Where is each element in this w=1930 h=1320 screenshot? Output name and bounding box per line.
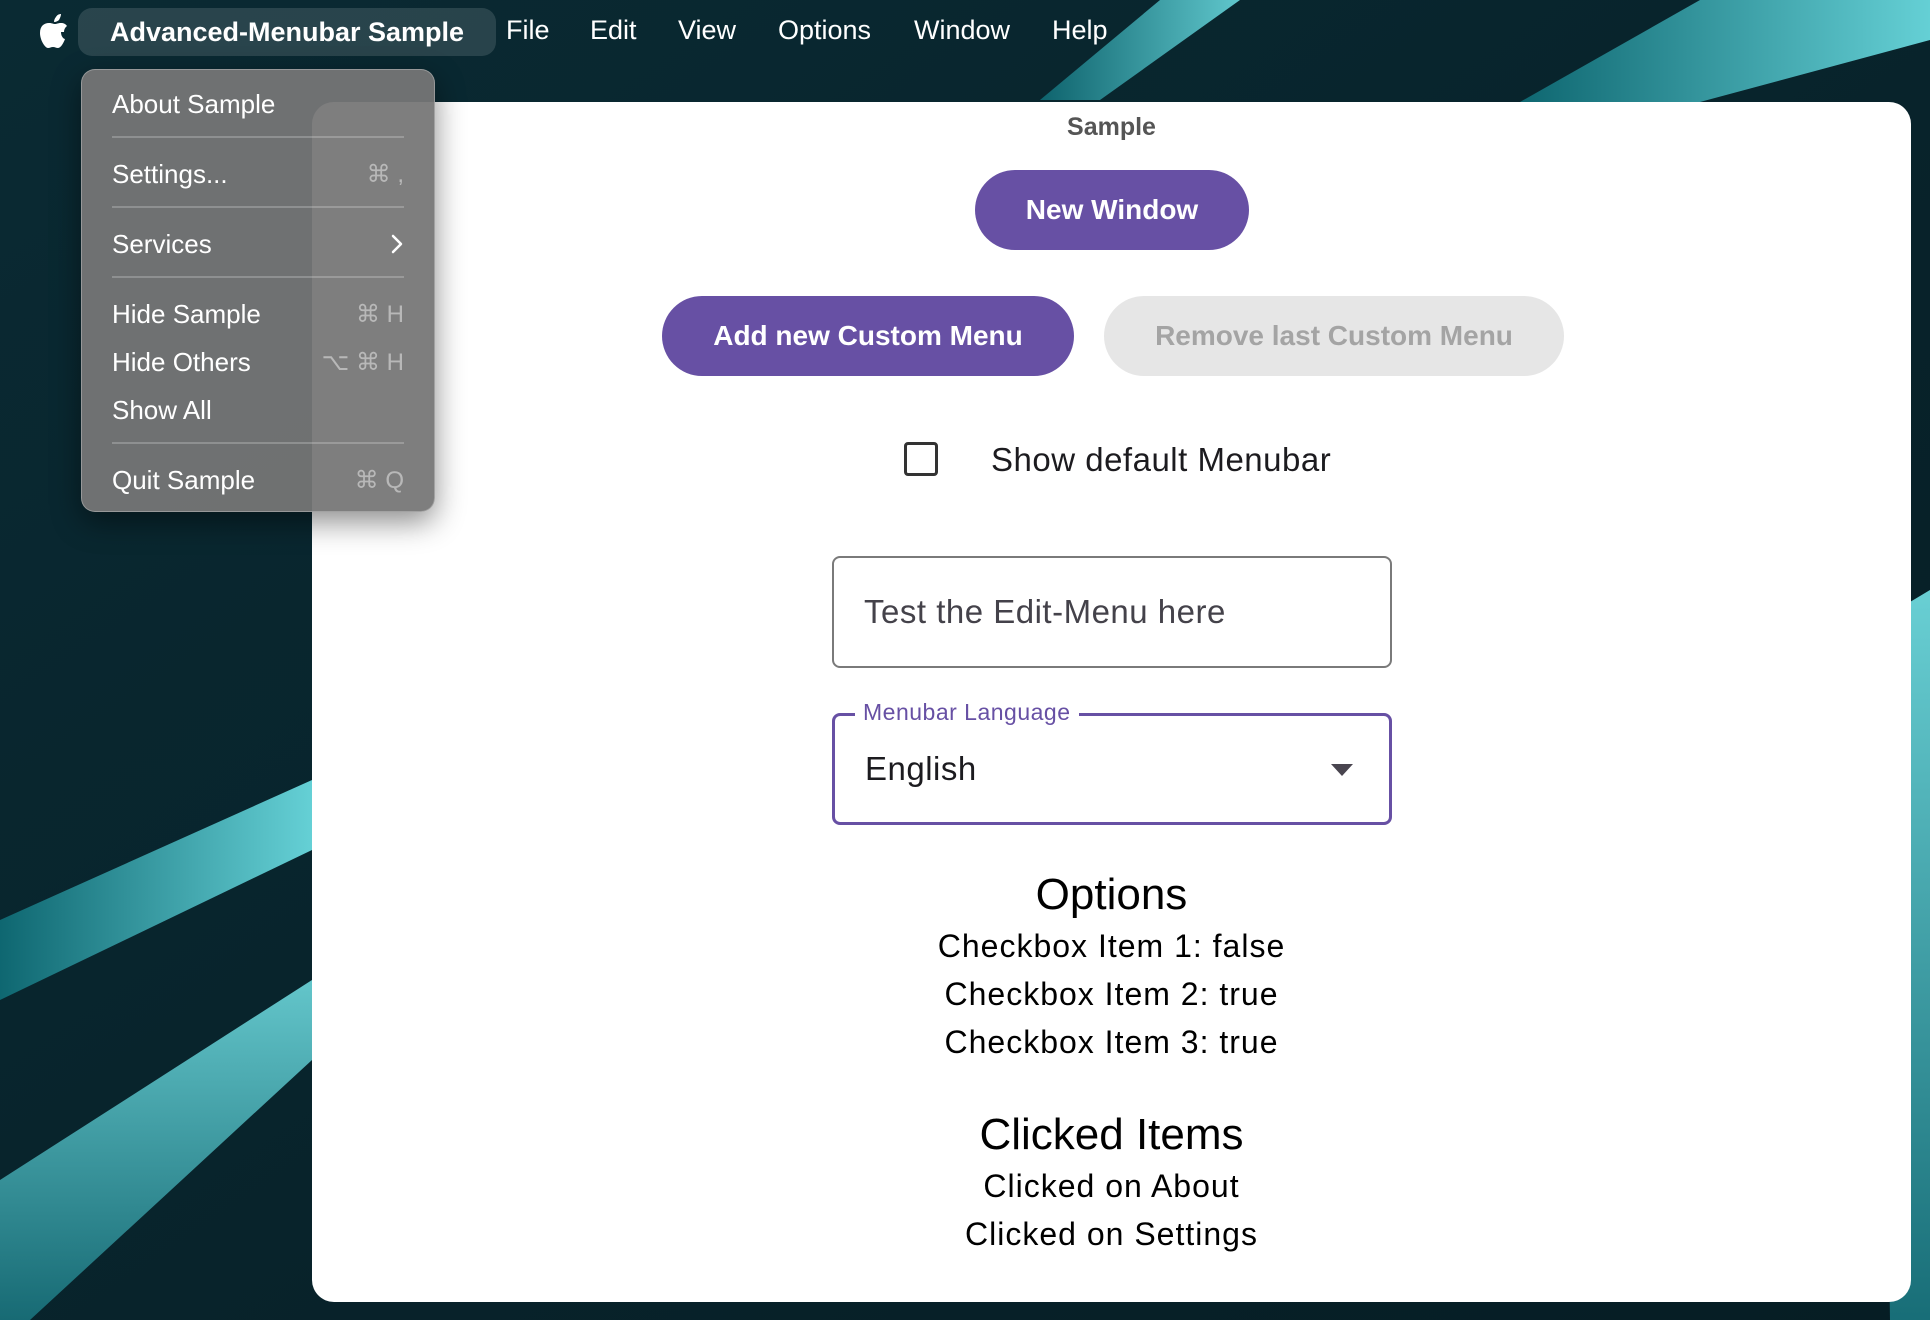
menu-item-hide-others[interactable]: Hide Others ⌥ ⌘ H xyxy=(112,342,404,382)
menu-item-shortcut: ⌘ Q xyxy=(354,466,404,494)
menu-item-label: Hide Sample xyxy=(112,298,261,329)
menubar-view[interactable]: View xyxy=(678,15,736,46)
menu-separator xyxy=(112,276,404,278)
menu-item-shortcut: ⌥ ⌘ H xyxy=(321,348,404,376)
menu-item-label: Settings... xyxy=(112,158,228,189)
menu-item-shortcut: ⌘ H xyxy=(356,300,404,328)
menubar-language-value: English xyxy=(865,750,977,787)
add-custom-menu-button[interactable]: Add new Custom Menu xyxy=(662,296,1074,376)
dropdown-arrow-icon xyxy=(1331,764,1353,776)
option-line: Checkbox Item 2: true xyxy=(944,976,1279,1012)
menu-separator xyxy=(112,136,404,138)
show-default-menubar-checkbox[interactable] xyxy=(904,442,938,476)
menu-item-label: Hide Others xyxy=(112,346,251,377)
menubar-file[interactable]: File xyxy=(506,15,550,46)
menu-item-about[interactable]: About Sample xyxy=(112,84,404,124)
option-line: Checkbox Item 3: true xyxy=(944,1024,1279,1060)
window-title: Sample xyxy=(1067,113,1156,141)
option-line: Checkbox Item 1: false xyxy=(937,928,1286,964)
menu-separator xyxy=(112,206,404,208)
menu-item-hide-sample[interactable]: Hide Sample ⌘ H xyxy=(112,294,404,334)
menu-item-label: Quit Sample xyxy=(112,464,256,495)
menu-item-shortcut: ⌘ , xyxy=(366,160,404,188)
menu-item-services[interactable]: Services xyxy=(112,224,404,264)
menu-item-show-all[interactable]: Show All xyxy=(112,390,404,430)
menubar-language-select[interactable]: Menubar Language English xyxy=(832,699,1392,825)
menubar-help[interactable]: Help xyxy=(1052,15,1108,46)
menubar: Advanced-Menubar Sample File Edit View O… xyxy=(0,0,1930,64)
chevron-right-icon xyxy=(391,234,403,254)
apple-icon[interactable] xyxy=(38,12,70,50)
app-menu-dropdown: About Sample Settings... ⌘ , Services Hi… xyxy=(81,69,435,512)
clicked-line: Clicked on Settings xyxy=(965,1216,1258,1252)
menu-item-label: About Sample xyxy=(112,88,276,119)
menubar-language-label: Menubar Language xyxy=(855,699,1079,726)
options-heading: Options xyxy=(1035,870,1188,919)
show-default-menubar-label: Show default Menubar xyxy=(991,441,1332,478)
menu-item-label: Show All xyxy=(112,394,212,425)
menu-separator xyxy=(112,442,404,444)
menu-item-quit[interactable]: Quit Sample ⌘ Q xyxy=(112,460,404,500)
new-window-button[interactable]: New Window xyxy=(975,170,1249,250)
menu-item-settings[interactable]: Settings... ⌘ , xyxy=(112,154,404,194)
menu-item-label: Services xyxy=(112,228,212,259)
edit-menu-test-field[interactable] xyxy=(832,556,1392,668)
menubar-app-name[interactable]: Advanced-Menubar Sample xyxy=(78,8,496,56)
clicked-items-heading: Clicked Items xyxy=(979,1110,1244,1159)
clicked-line: Clicked on About xyxy=(983,1168,1240,1204)
menubar-options[interactable]: Options xyxy=(778,15,871,46)
app-window: Sample New Window Add new Custom Menu Re… xyxy=(312,102,1911,1302)
menubar-edit[interactable]: Edit xyxy=(590,15,637,46)
remove-custom-menu-button[interactable]: Remove last Custom Menu xyxy=(1104,296,1564,376)
menubar-window[interactable]: Window xyxy=(914,15,1010,46)
